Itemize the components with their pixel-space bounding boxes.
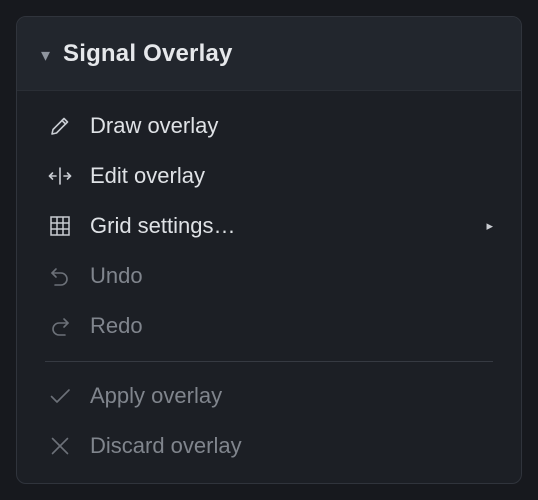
panel-title: Signal Overlay bbox=[63, 39, 233, 67]
pencil-icon bbox=[47, 113, 73, 139]
caret-down-icon[interactable]: ▾ bbox=[41, 46, 59, 64]
menu-item-draw-overlay[interactable]: Draw overlay bbox=[17, 101, 521, 151]
menu-item-label: Grid settings… bbox=[90, 213, 236, 238]
menu-item-label: Draw overlay bbox=[90, 113, 219, 138]
menu-item-label: Redo bbox=[90, 313, 143, 338]
menu-item-label: Discard overlay bbox=[90, 433, 242, 458]
menu-item-label: Apply overlay bbox=[90, 383, 223, 408]
menu-item-grid-settings[interactable]: Grid settings… ▸ bbox=[17, 201, 521, 251]
menu-item-discard-overlay[interactable]: Discard overlay bbox=[17, 421, 521, 471]
undo-icon bbox=[47, 263, 73, 289]
resize-horizontal-icon bbox=[47, 163, 73, 189]
grid-icon bbox=[47, 213, 73, 239]
menu-item-label: Undo bbox=[90, 263, 143, 288]
close-icon bbox=[47, 433, 73, 459]
redo-icon bbox=[47, 313, 73, 339]
menu-item-undo[interactable]: Undo bbox=[17, 251, 521, 301]
menu-item-label: Edit overlay bbox=[90, 163, 205, 188]
menu-item-redo[interactable]: Redo bbox=[17, 301, 521, 351]
menu-separator bbox=[45, 361, 493, 362]
signal-overlay-panel: ▾ Signal Overlay Draw overlay Edit overl… bbox=[16, 16, 522, 484]
menu-item-apply-overlay[interactable]: Apply overlay bbox=[17, 371, 521, 421]
menu-item-edit-overlay[interactable]: Edit overlay bbox=[17, 151, 521, 201]
submenu-arrow-icon: ▸ bbox=[486, 218, 493, 233]
panel-header[interactable]: ▾ Signal Overlay bbox=[17, 17, 521, 91]
check-icon bbox=[47, 383, 73, 409]
overlay-menu: Draw overlay Edit overlay Grid settings…… bbox=[17, 91, 521, 471]
